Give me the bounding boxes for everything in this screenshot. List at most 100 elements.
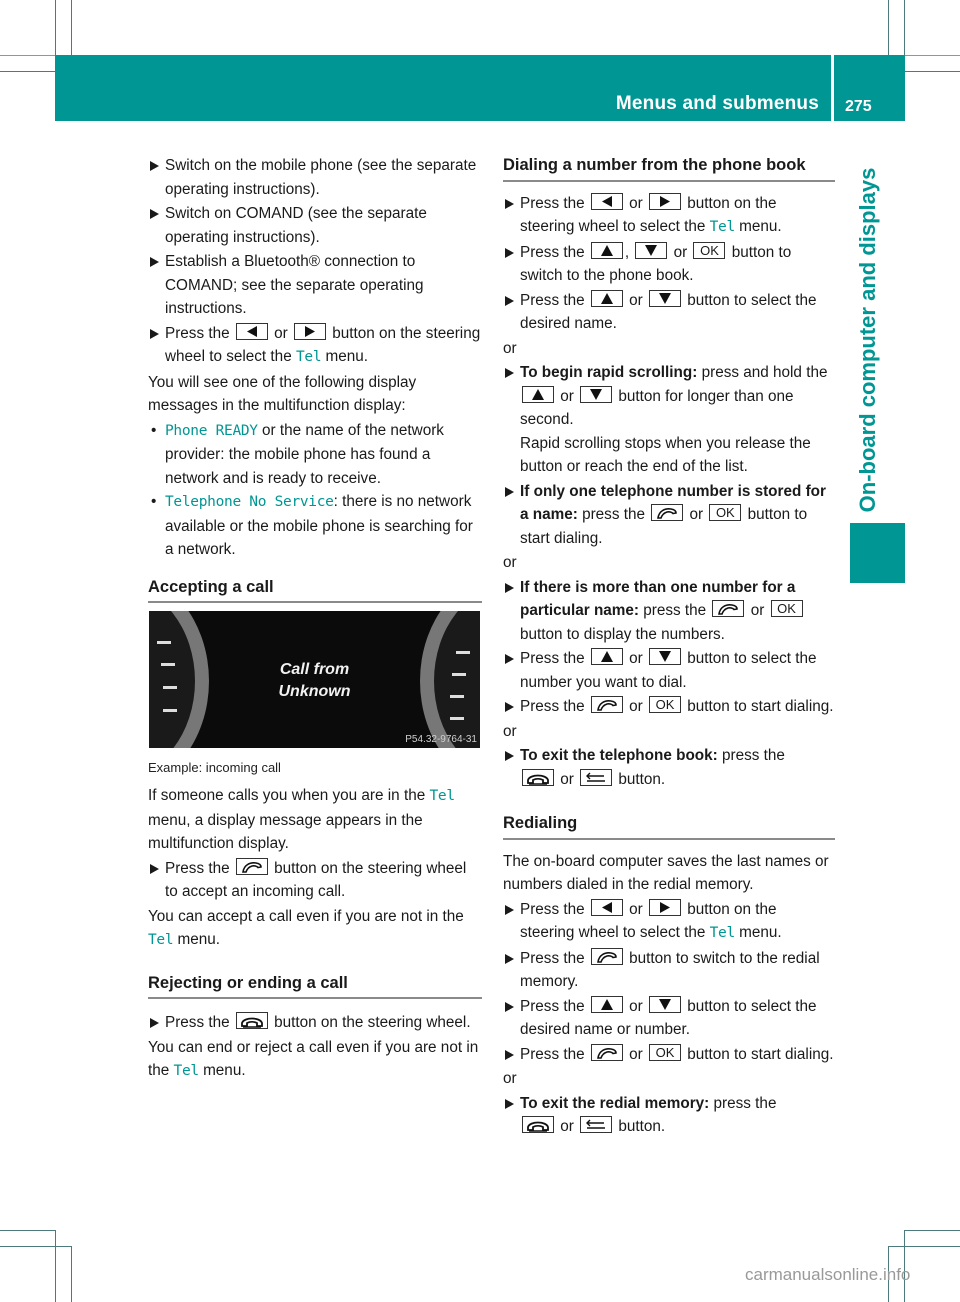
phone-accept-key-icon xyxy=(590,1043,623,1061)
instruction-step: Press the button on the steering wheel t… xyxy=(148,857,482,904)
up-arrow-key-icon xyxy=(590,241,623,259)
gauge-tick xyxy=(157,641,171,644)
display-message-item: Telephone No Service: there is no networ… xyxy=(148,490,482,562)
crop-mark xyxy=(905,55,960,56)
paragraph: The on-board computer saves the last nam… xyxy=(503,852,829,894)
down-arrow-key-icon xyxy=(648,289,681,307)
section-title: Menus and submenus xyxy=(615,93,819,114)
display-message-code: Phone READY xyxy=(165,422,258,439)
paragraph: You will see one of the following displa… xyxy=(148,373,417,415)
instruction-step: Press the or OK button to start dialing. xyxy=(503,695,835,719)
phone-accept-key-icon xyxy=(235,857,268,875)
incoming-call-display-image: Call from Unknown P54.32-9764-31 xyxy=(149,611,480,748)
down-arrow-key-icon xyxy=(648,995,681,1013)
instruction-step: To exit the redial memory: press the or … xyxy=(503,1092,835,1139)
instruction-step: Switch on COMAND (see the separate opera… xyxy=(148,202,482,249)
ok-key-icon: OK xyxy=(648,696,681,714)
tel-menu-label: Tel xyxy=(148,932,174,948)
instruction-step: Press the or button to select the desire… xyxy=(503,995,835,1042)
instruction-step: If only one telephone number is stored f… xyxy=(503,480,835,551)
ok-key-icon: OK xyxy=(709,504,742,522)
instruction-step: To begin rapid scrolling: press and hold… xyxy=(503,361,835,479)
phone-accept-key-icon xyxy=(590,947,623,965)
tel-menu-label: Tel xyxy=(709,925,736,941)
instruction-step: If there is more than one number for a p… xyxy=(503,576,835,647)
instruction-step: Press the or button on the steering whee… xyxy=(148,322,482,370)
instruction-step: To exit the telephone book: press the or… xyxy=(503,744,835,791)
heading-redialing: Redialing xyxy=(503,812,835,840)
left-arrow-key-icon xyxy=(590,898,623,916)
page-number: 275 xyxy=(845,98,872,115)
paragraph: You can accept a call even if you are no… xyxy=(148,907,464,949)
up-arrow-key-icon xyxy=(522,385,554,403)
page-number-box: 275 xyxy=(834,55,905,121)
display-line-2: Unknown xyxy=(278,683,351,700)
display-message-code: Telephone No Service xyxy=(165,494,334,510)
back-key-icon xyxy=(580,1116,613,1134)
tel-menu-label: Tel xyxy=(295,349,322,365)
figure-caption: Example: incoming call xyxy=(148,760,281,775)
down-arrow-key-icon xyxy=(635,241,668,259)
instruction-step: Press the or button to select the desire… xyxy=(503,289,835,336)
crop-mark xyxy=(71,1246,72,1302)
back-key-icon xyxy=(580,768,613,786)
gauge-tick xyxy=(163,709,177,712)
gauge-tick xyxy=(456,651,470,654)
up-arrow-key-icon xyxy=(590,289,623,307)
down-arrow-key-icon xyxy=(648,648,681,666)
or-separator: or xyxy=(503,554,517,571)
instruction-step: Establish a Bluetooth® connection to COM… xyxy=(148,250,482,321)
crop-mark xyxy=(0,55,55,56)
instruction-step: Switch on the mobile phone (see the sepa… xyxy=(148,154,482,201)
crop-mark xyxy=(905,71,960,72)
crop-mark xyxy=(0,1246,71,1247)
paragraph: You can end or reject a call even if you… xyxy=(148,1038,479,1080)
crop-mark xyxy=(904,0,905,55)
crop-mark xyxy=(888,1246,960,1247)
down-arrow-key-icon xyxy=(580,385,613,403)
tel-menu-label: Tel xyxy=(709,219,736,235)
up-arrow-key-icon xyxy=(590,995,623,1013)
figure-code: P54.32-9764-31 xyxy=(405,734,477,745)
tel-menu-label: Tel xyxy=(429,788,455,804)
crop-mark xyxy=(55,0,56,55)
phone-accept-key-icon xyxy=(712,600,745,618)
phone-hangup-key-icon xyxy=(235,1012,268,1030)
instruction-step: Press the , or OK button to switch to th… xyxy=(503,241,835,288)
left-column-lower: If someone calls you when you are in the… xyxy=(148,784,482,1085)
instruction-step: Press the button on the steering wheel. xyxy=(148,1011,482,1035)
right-column: Dialing a number from the phone book Pre… xyxy=(503,154,835,1140)
or-separator: or xyxy=(503,1070,517,1087)
instruction-step: Press the or button on the steering whee… xyxy=(503,898,835,946)
watermark: carmanualsonline.info xyxy=(745,1265,911,1284)
heading-rejecting-a-call: Rejecting or ending a call xyxy=(148,972,482,999)
right-arrow-key-icon xyxy=(293,322,326,340)
tel-menu-label: Tel xyxy=(173,1063,200,1079)
up-arrow-key-icon xyxy=(590,648,623,666)
instruction-step: Press the or button on the steering whee… xyxy=(503,192,835,240)
ok-key-icon: OK xyxy=(693,241,726,259)
instruction-step: Press the or OK button to start dialing. xyxy=(503,1043,835,1067)
right-arrow-key-icon xyxy=(648,898,681,916)
left-arrow-key-icon xyxy=(235,322,268,340)
instruction-step: Press the button to switch to the redial… xyxy=(503,947,835,994)
instruction-step: Press the or button to select the number… xyxy=(503,647,835,694)
ok-key-icon: OK xyxy=(648,1043,681,1061)
crop-mark xyxy=(71,0,72,55)
display-message-item: Phone READY or the name of the network p… xyxy=(148,419,482,491)
heading-dialing-phone-book: Dialing a number from the phone book xyxy=(503,154,835,182)
ok-key-icon: OK xyxy=(770,600,803,618)
right-arrow-key-icon xyxy=(648,192,681,210)
chapter-side-label: On-board computer and displays xyxy=(848,167,888,513)
chapter-title: On-board computer and displays xyxy=(855,167,880,513)
gauge-tick xyxy=(450,717,464,720)
left-column: Switch on the mobile phone (see the sepa… xyxy=(148,154,482,603)
phone-accept-key-icon xyxy=(651,504,684,522)
heading-accepting-a-call: Accepting a call xyxy=(148,576,482,603)
phone-accept-key-icon xyxy=(590,696,623,714)
or-separator: or xyxy=(503,722,517,740)
or-separator: or xyxy=(503,339,517,357)
crop-mark xyxy=(904,1230,960,1231)
phone-hangup-key-icon xyxy=(522,768,554,786)
crop-mark xyxy=(888,0,889,55)
